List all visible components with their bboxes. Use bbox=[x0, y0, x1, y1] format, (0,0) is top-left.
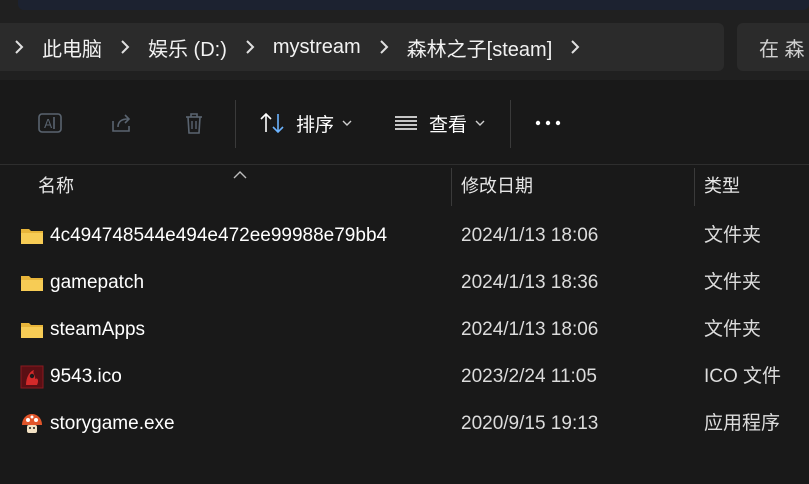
file-name: 9543.ico bbox=[50, 366, 122, 387]
search-placeholder: 在 森 bbox=[759, 38, 805, 61]
exe-app-icon bbox=[20, 412, 44, 436]
file-name: steamApps bbox=[50, 319, 146, 340]
file-row[interactable]: 4c494748544e494e472ee99988e79bb4 2024/1/… bbox=[0, 213, 809, 259]
chevron-down-icon bbox=[342, 114, 352, 132]
file-row[interactable]: 9543.ico 2023/2/24 11:05 ICO 文件 bbox=[0, 354, 809, 400]
file-name: storygame.exe bbox=[50, 413, 175, 434]
column-header-name[interactable]: 名称 bbox=[38, 164, 74, 206]
file-date: 2024/1/13 18:36 bbox=[461, 272, 599, 293]
share-icon bbox=[108, 109, 136, 137]
toolbar-divider bbox=[510, 100, 511, 148]
folder-icon bbox=[20, 318, 44, 342]
file-row[interactable]: steamApps 2024/1/13 18:06 文件夹 bbox=[0, 307, 809, 353]
file-type: 文件夹 bbox=[704, 319, 762, 340]
chevron-right-icon[interactable] bbox=[556, 39, 594, 55]
chevron-down-icon bbox=[475, 114, 485, 132]
view-list-icon bbox=[393, 111, 419, 135]
svg-text:A: A bbox=[44, 117, 53, 131]
trash-icon bbox=[180, 109, 208, 137]
column-divider[interactable] bbox=[451, 168, 452, 206]
file-name: 4c494748544e494e472ee99988e79bb4 bbox=[50, 225, 388, 246]
sort-ascending-icon bbox=[233, 166, 247, 184]
toolbar-divider bbox=[235, 100, 236, 148]
file-date: 2024/1/13 18:06 bbox=[461, 225, 599, 246]
column-header-row: 名称 修改日期 类型 bbox=[0, 164, 809, 206]
rename-button[interactable]: A bbox=[36, 82, 64, 164]
breadcrumb-item-this-pc[interactable]: 此电脑 bbox=[38, 33, 106, 62]
sort-button[interactable]: 排序 bbox=[258, 82, 352, 164]
more-icon bbox=[534, 119, 562, 127]
sort-icon bbox=[258, 109, 286, 137]
file-row[interactable]: gamepatch 2024/1/13 18:36 文件夹 bbox=[0, 260, 809, 306]
file-type: 文件夹 bbox=[704, 272, 762, 293]
folder-icon bbox=[20, 224, 44, 248]
file-type: 应用程序 bbox=[704, 413, 781, 434]
file-type: ICO 文件 bbox=[704, 366, 782, 387]
view-label: 查看 bbox=[429, 114, 468, 136]
tab-strip bbox=[18, 0, 809, 10]
sort-label: 排序 bbox=[296, 114, 335, 136]
folder-icon bbox=[20, 271, 44, 295]
breadcrumb-item-current-folder[interactable]: 森林之子[steam] bbox=[403, 33, 557, 62]
column-header-type[interactable]: 类型 bbox=[704, 164, 740, 206]
chevron-right-icon[interactable] bbox=[365, 39, 403, 55]
delete-button[interactable] bbox=[180, 82, 208, 164]
search-input[interactable]: 在 森 bbox=[737, 23, 809, 71]
chevron-right-icon[interactable] bbox=[231, 39, 269, 55]
share-button[interactable] bbox=[108, 82, 136, 164]
more-options-button[interactable] bbox=[534, 82, 562, 164]
view-button[interactable]: 查看 bbox=[393, 82, 485, 164]
rename-icon: A bbox=[36, 109, 64, 137]
ico-image-icon bbox=[20, 365, 44, 389]
breadcrumb-item-mystream[interactable]: mystream bbox=[269, 36, 365, 59]
chevron-right-icon[interactable] bbox=[106, 39, 144, 55]
file-row[interactable]: storygame.exe 2020/9/15 19:13 应用程序 bbox=[0, 401, 809, 447]
file-date: 2020/9/15 19:13 bbox=[461, 413, 599, 434]
file-name: gamepatch bbox=[50, 272, 145, 293]
file-date: 2023/2/24 11:05 bbox=[461, 366, 597, 387]
file-type: 文件夹 bbox=[704, 225, 762, 246]
address-bar[interactable]: 此电脑 娱乐 (D:) mystream 森林之子[steam] bbox=[0, 23, 724, 71]
column-header-date[interactable]: 修改日期 bbox=[461, 164, 533, 206]
title-bar: 此电脑 娱乐 (D:) mystream 森林之子[steam] 在 森 bbox=[0, 0, 809, 80]
breadcrumb-item-drive[interactable]: 娱乐 (D:) bbox=[144, 33, 231, 62]
chevron-right-icon[interactable] bbox=[0, 39, 38, 55]
file-date: 2024/1/13 18:06 bbox=[461, 319, 599, 340]
column-divider[interactable] bbox=[694, 168, 695, 206]
command-bar: A 排序 查看 bbox=[0, 82, 809, 165]
